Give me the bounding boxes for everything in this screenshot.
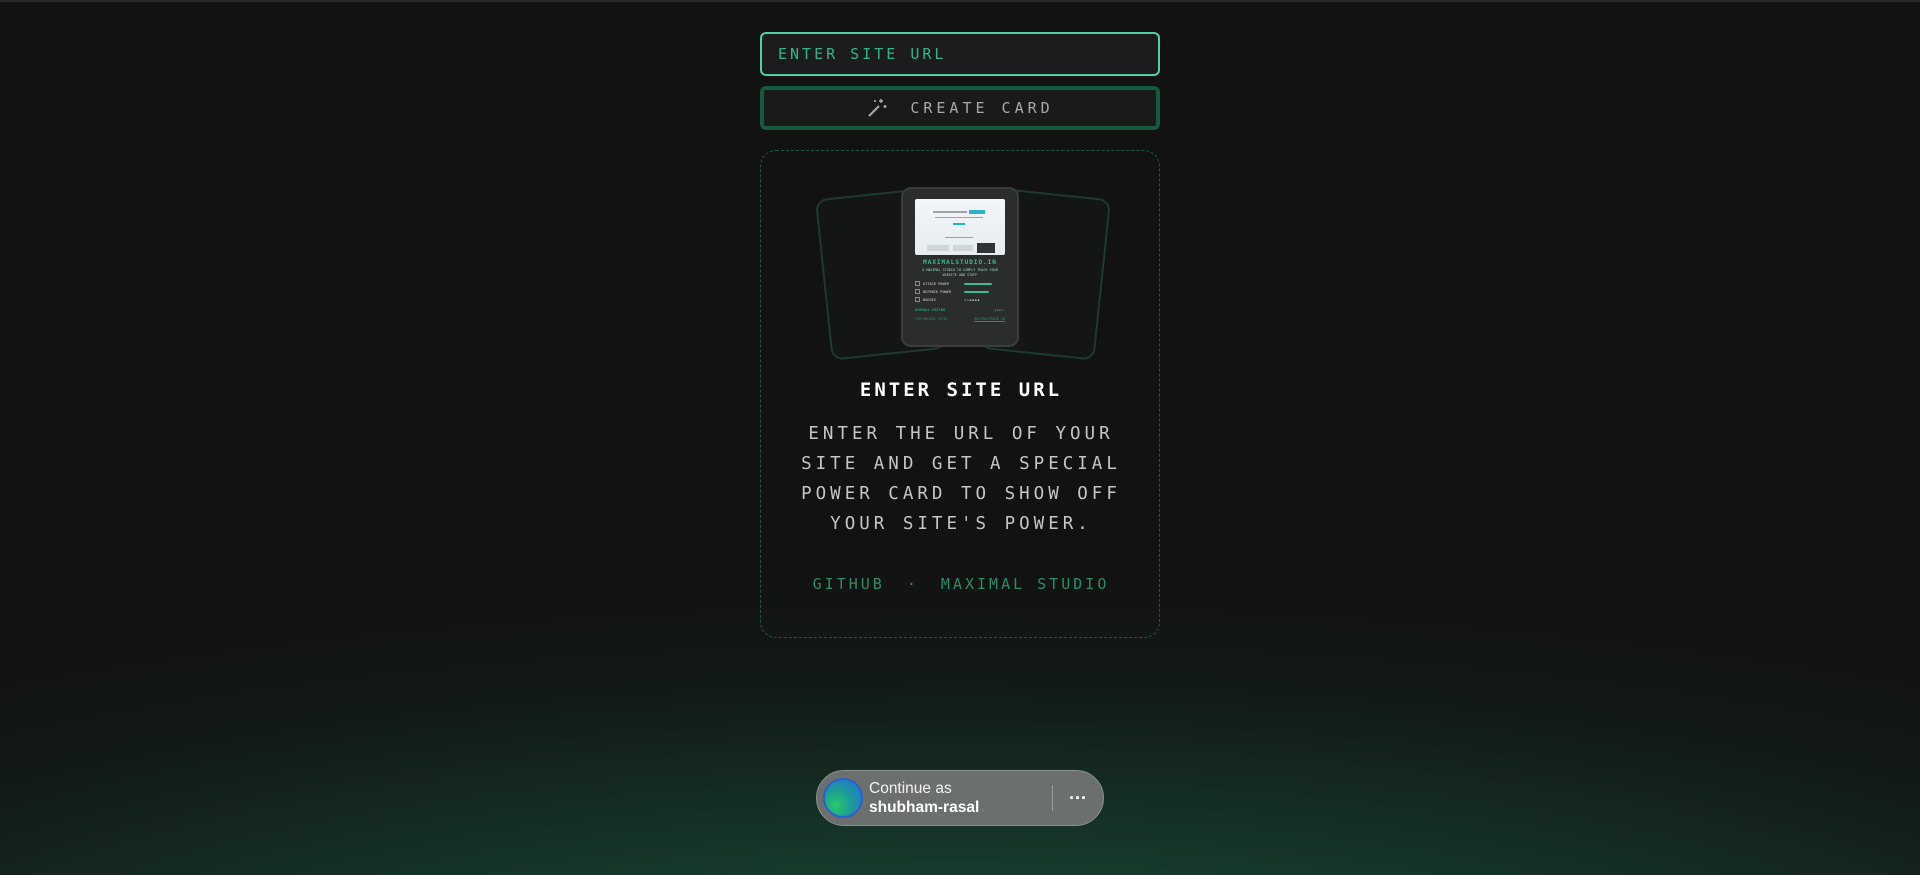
continue-as-button[interactable]: Continue as shubham-rasal ··· xyxy=(816,770,1104,826)
site-screenshot xyxy=(915,199,1005,255)
card-footer: FOR MAXIMAL SITES MAXIMALSTUDIO.IN xyxy=(915,317,1005,321)
card-preview-stack: MAXIMALSTUDIO.IN A MAXIMAL STUDIO TO SIM… xyxy=(761,187,1161,361)
star-rating-icons: ★★★★☆ xyxy=(994,308,1005,312)
panel-title: ENTER SITE URL xyxy=(859,379,1063,401)
continue-as-text: Continue as shubham-rasal xyxy=(869,779,979,817)
top-border xyxy=(0,0,1920,2)
card-rating: OVERALL RATING ★★★★☆ xyxy=(915,308,1005,312)
avatar xyxy=(823,778,863,818)
create-card-label: CREATE CARD xyxy=(910,99,1054,117)
username-label: shubham-rasal xyxy=(869,799,980,816)
card-stat-row: DEFENCE POWER xyxy=(915,289,1005,294)
maximal-studio-link[interactable]: MAXIMAL STUDIO xyxy=(941,575,1109,593)
sample-power-card: MAXIMALSTUDIO.IN A MAXIMAL STUDIO TO SIM… xyxy=(901,187,1019,347)
card-stat-label: BADGES xyxy=(923,297,936,302)
continue-as-label: Continue as xyxy=(869,780,952,797)
site-url-input[interactable] xyxy=(760,32,1160,76)
card-site-description: A MAXIMAL STUDIO TO SIMPLY TRACK YOUR WE… xyxy=(922,268,998,277)
info-panel: MAXIMALSTUDIO.IN A MAXIMAL STUDIO TO SIM… xyxy=(760,150,1160,638)
card-rating-label: OVERALL RATING xyxy=(915,308,946,312)
github-link[interactable]: GITHUB xyxy=(813,575,885,593)
link-separator: · xyxy=(906,575,919,593)
card-stat-row: BADGES ▫▫▪▪▪▪ xyxy=(915,297,1005,302)
more-options-icon[interactable]: ··· xyxy=(1053,788,1103,809)
create-card-button[interactable]: CREATE CARD xyxy=(760,86,1160,130)
footer-links: GITHUB · MAXIMAL STUDIO xyxy=(761,575,1161,593)
badge-icons: ▫▫▪▪▪▪ xyxy=(964,297,980,302)
magic-wand-icon xyxy=(866,97,888,119)
card-stat-label: ATTACK POWER xyxy=(923,281,949,286)
main-column: CREATE CARD MAXIMALSTUDIO.IN A MAXIMAL S… xyxy=(760,32,1160,638)
panel-description: ENTER THE URL OF YOUR SITE AND GET A SPE… xyxy=(801,424,1121,534)
card-site-name: MAXIMALSTUDIO.IN xyxy=(923,259,997,266)
card-stat-label: DEFENCE POWER xyxy=(923,289,952,294)
card-stat-row: ATTACK POWER xyxy=(915,281,1005,286)
card-footer-left: FOR MAXIMAL SITES xyxy=(915,317,948,321)
card-footer-right: MAXIMALSTUDIO.IN xyxy=(974,317,1005,321)
